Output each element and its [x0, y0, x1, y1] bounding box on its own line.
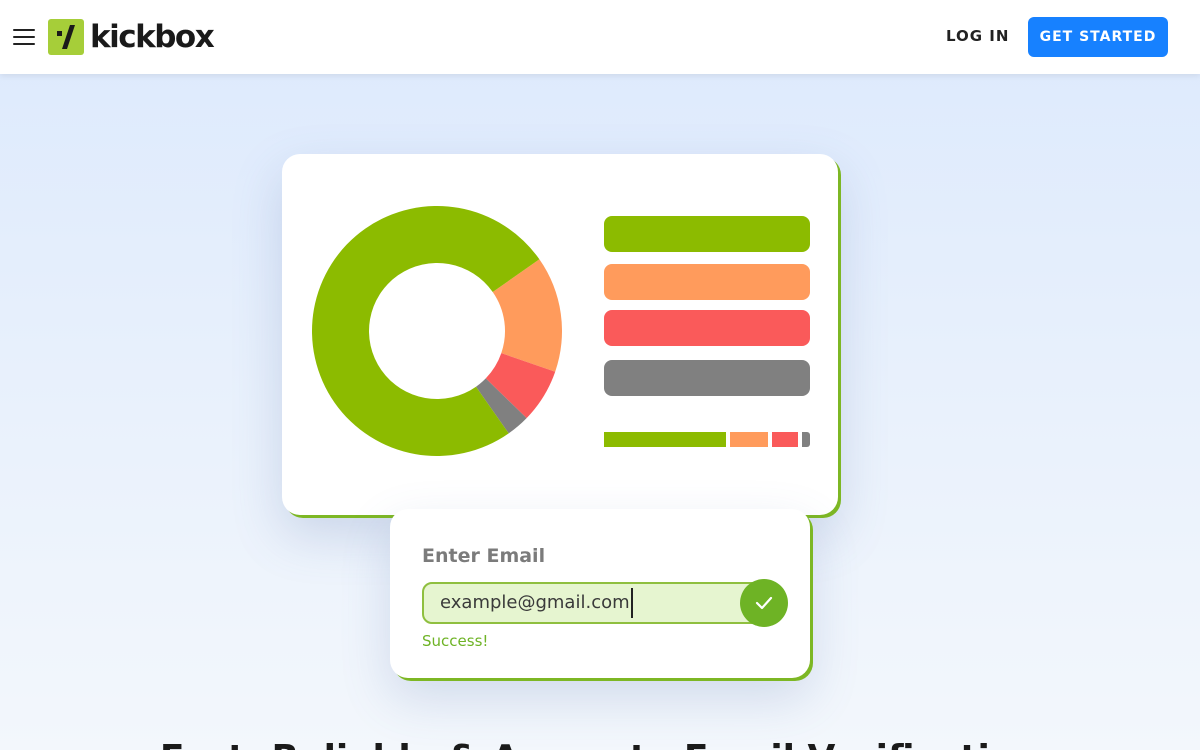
legend-bar-undeliverable [604, 310, 810, 346]
summary-stacked-bar [604, 432, 810, 447]
summary-segment-undeliverable [772, 432, 798, 447]
legend-bar-unknown [604, 360, 810, 396]
summary-segment-risky [730, 432, 769, 447]
email-input[interactable]: example@gmail.com [422, 582, 762, 624]
login-link[interactable]: LOG IN [946, 27, 1009, 47]
legend-bar-risky [604, 264, 810, 300]
check-icon[interactable] [740, 579, 788, 627]
email-verify-card: Enter Email example@gmail.com Success! [390, 509, 810, 678]
email-input-value: example@gmail.com [440, 592, 630, 613]
hero-heading: Fast, Reliable & Accurate Email Verifica… [0, 738, 1200, 750]
results-donut-chart [312, 206, 562, 456]
summary-segment-deliverable [604, 432, 727, 447]
logo-mark-icon [48, 19, 84, 55]
kickbox-logo[interactable]: kickbox [48, 19, 215, 55]
logo-wordmark: kickbox [90, 19, 215, 55]
legend-bar-deliverable [604, 216, 810, 252]
summary-segment-unknown [801, 432, 810, 447]
verification-results-card [282, 154, 838, 515]
email-label: Enter Email [422, 545, 546, 567]
validation-status-text: Success! [422, 632, 489, 650]
top-nav-bar: kickbox LOG IN GET STARTED [0, 0, 1200, 74]
hamburger-menu-icon[interactable] [12, 27, 36, 47]
text-caret [630, 588, 633, 618]
get-started-button[interactable]: GET STARTED [1028, 17, 1168, 57]
